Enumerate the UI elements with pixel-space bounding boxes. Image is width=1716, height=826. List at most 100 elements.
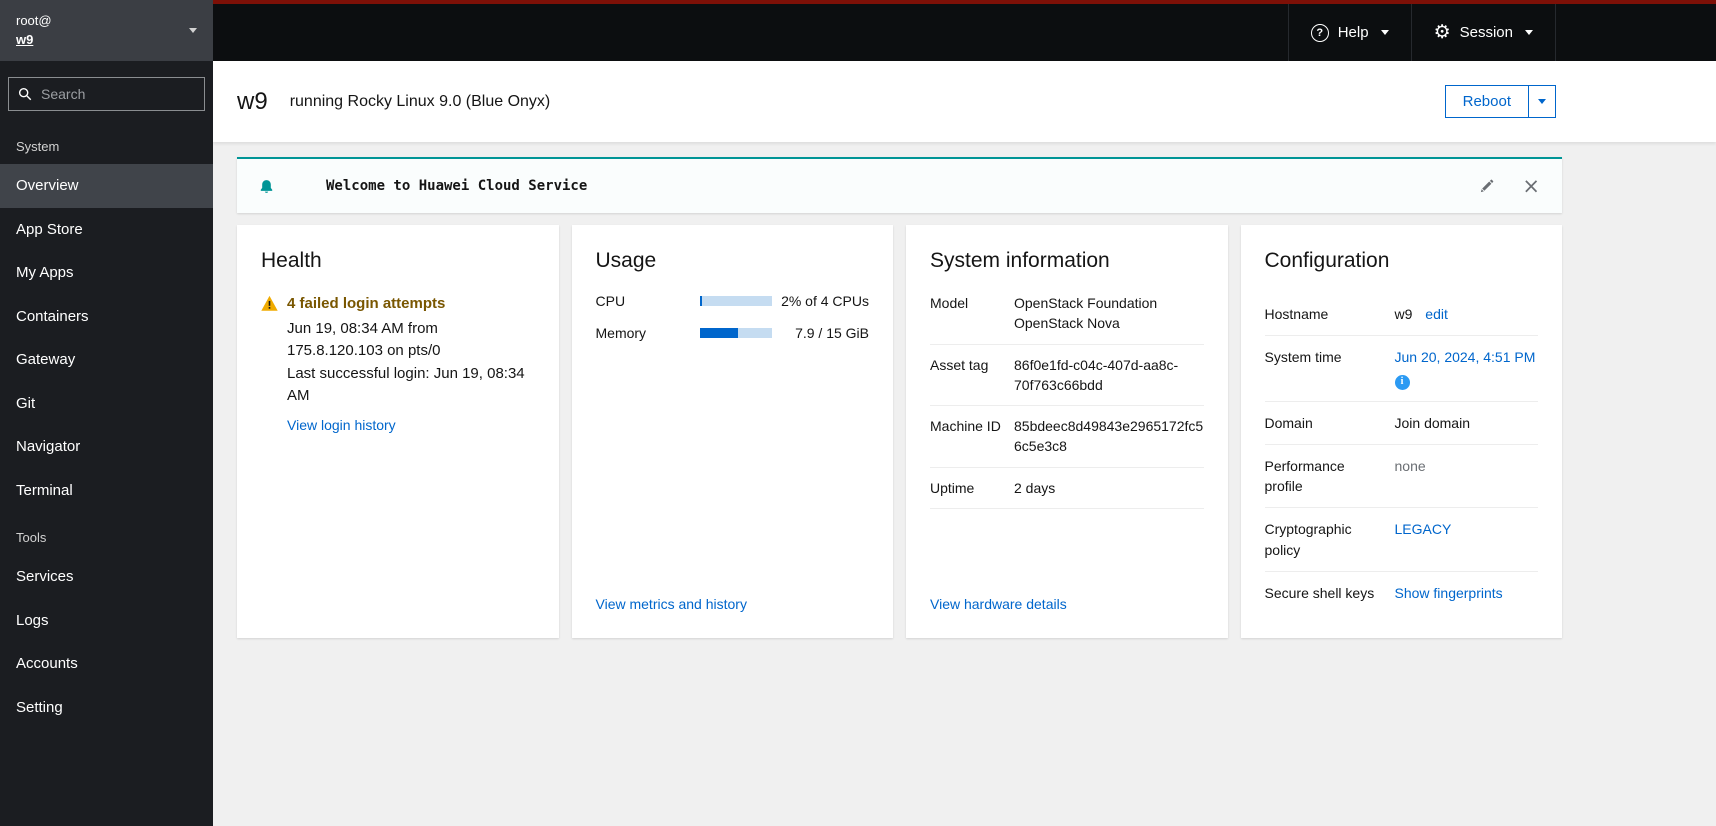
health-card: Health 4 failed login attempts Jun 19, 0… xyxy=(237,225,559,639)
page-header: w9 running Rocky Linux 9.0 (Blue Onyx) R… xyxy=(213,61,1716,142)
model-value: OpenStack Foundation OpenStack Nova xyxy=(1014,295,1158,332)
performance-profile-row: Performance profile none xyxy=(1264,445,1539,509)
cpu-usage-value: 2% of 4 CPUs xyxy=(781,293,869,309)
sidebar-nav: System Overview App Store My Apps Contai… xyxy=(0,121,213,729)
chevron-down-icon xyxy=(1538,99,1546,104)
sidebar-item-app-store[interactable]: App Store xyxy=(0,208,213,252)
sidebar-item-gateway[interactable]: Gateway xyxy=(0,338,213,382)
performance-profile-value[interactable]: none xyxy=(1395,456,1539,497)
info-icon[interactable]: i xyxy=(1394,374,1410,390)
system-time-label: System time xyxy=(1264,349,1342,366)
last-successful-login-line: Last successful login: Jun 19, 08:34 AM xyxy=(287,364,525,405)
usage-card: Usage CPU 2% of 4 CPUs Memory 7.9 / 15 G… xyxy=(571,225,893,639)
gear-icon: ⚙ xyxy=(1433,22,1451,43)
system-information-card: System information Model OpenStack Found… xyxy=(906,225,1228,639)
session-menu-button[interactable]: ⚙ Session xyxy=(1410,4,1556,61)
nav-section-tools: Tools xyxy=(16,530,47,545)
edit-hostname-link[interactable]: edit xyxy=(1425,306,1448,322)
nav-list-tools: Services Logs Accounts Setting xyxy=(0,555,213,729)
configuration-title: Configuration xyxy=(1264,249,1390,272)
help-menu-button[interactable]: ? Help xyxy=(1287,4,1411,61)
system-information-title: System information xyxy=(930,249,1110,272)
failed-login-alert: 4 failed login attempts Jun 19, 08:34 AM… xyxy=(261,293,535,437)
logged-in-user: root@ xyxy=(16,12,52,28)
bell-icon xyxy=(259,179,274,194)
domain-label: Domain xyxy=(1264,414,1313,431)
motd-message: Welcome to Huawei Cloud Service xyxy=(326,178,588,194)
machine-id-row: Machine ID 85bdeec8d49843e2965172fc56c5e… xyxy=(930,406,1204,468)
current-host-link[interactable]: w9 xyxy=(16,31,52,50)
view-login-history-link[interactable]: View login history xyxy=(287,415,396,436)
crypto-policy-cell: LEGACY xyxy=(1395,519,1539,560)
chevron-down-icon xyxy=(1525,30,1533,35)
sidebar-item-accounts[interactable]: Accounts xyxy=(0,642,213,686)
motd-banner: Welcome to Huawei Cloud Service × xyxy=(237,157,1562,213)
crypto-policy-row: Cryptographic policy LEGACY xyxy=(1264,508,1539,573)
health-card-title: Health xyxy=(261,249,322,272)
system-time-row: System time Jun 20, 2024, 4:51 PM i xyxy=(1264,336,1539,402)
view-hardware-details-link[interactable]: View hardware details xyxy=(930,596,1067,612)
cpu-usage-row: CPU 2% of 4 CPUs xyxy=(596,293,870,309)
sidebar-item-services[interactable]: Services xyxy=(0,555,213,599)
sidebar-item-git[interactable]: Git xyxy=(0,382,213,426)
help-icon: ? xyxy=(1310,23,1329,42)
memory-progress-bar xyxy=(699,328,772,338)
cpu-progress-bar xyxy=(699,296,772,306)
asset-tag-row: Asset tag 86f0e1fd-c04c-407d-aa8c-70f763… xyxy=(930,345,1204,407)
edit-motd-button[interactable] xyxy=(1479,179,1494,194)
system-time-cell: Jun 20, 2024, 4:51 PM i xyxy=(1394,347,1539,390)
app-root: root@ w9 System Overview App Store My Ap… xyxy=(0,0,1716,826)
hostname-value: w9 xyxy=(1394,306,1413,322)
system-time-link[interactable]: Jun 20, 2024, 4:51 PM xyxy=(1395,349,1536,365)
crypto-policy-link[interactable]: LEGACY xyxy=(1395,521,1452,537)
page-title-hostname: w9 xyxy=(237,87,268,115)
show-fingerprints-link[interactable]: Show fingerprints xyxy=(1395,585,1503,601)
nav-section-system: System xyxy=(16,139,60,154)
configuration-card: Configuration Hostname w9 edit System ti… xyxy=(1240,225,1562,639)
hostname-row: Hostname w9 edit xyxy=(1264,293,1539,337)
reboot-button[interactable]: Reboot xyxy=(1444,85,1529,118)
nav-list-system: Overview App Store My Apps Containers Ga… xyxy=(0,164,213,512)
search-input[interactable] xyxy=(8,77,205,111)
domain-row: Domain Join domain xyxy=(1264,402,1539,445)
pencil-icon xyxy=(1481,179,1494,192)
host-switcher[interactable]: root@ w9 xyxy=(0,0,213,61)
memory-usage-row: Memory 7.9 / 15 GiB xyxy=(596,325,870,341)
ssh-keys-label: Secure shell keys xyxy=(1264,585,1375,602)
sidebar-item-my-apps[interactable]: My Apps xyxy=(0,251,213,295)
ssh-keys-cell: Show fingerprints xyxy=(1395,583,1539,603)
host-switcher-text: root@ w9 xyxy=(16,12,52,50)
machine-id-label: Machine ID xyxy=(930,418,1001,435)
usage-card-title: Usage xyxy=(595,249,657,272)
close-banner-button[interactable]: × xyxy=(1522,173,1540,198)
overview-content: Welcome to Huawei Cloud Service × Health… xyxy=(213,142,1716,662)
memory-label: Memory xyxy=(595,325,647,341)
page-body: w9 running Rocky Linux 9.0 (Blue Onyx) R… xyxy=(213,61,1716,826)
uptime-label: Uptime xyxy=(930,479,975,496)
hostname-label: Hostname xyxy=(1264,306,1329,322)
model-row: Model OpenStack Foundation OpenStack Nov… xyxy=(930,293,1204,345)
sidebar-item-navigator[interactable]: Navigator xyxy=(0,425,213,469)
sidebar-item-containers[interactable]: Containers xyxy=(0,295,213,339)
failed-login-title: 4 failed login attempts xyxy=(287,295,446,312)
cpu-label: CPU xyxy=(595,293,626,309)
help-menu-label: Help xyxy=(1337,24,1369,41)
model-label: Model xyxy=(930,295,969,311)
masthead: ? Help ⚙ Session xyxy=(213,0,1716,61)
failed-login-details: 4 failed login attempts Jun 19, 08:34 AM… xyxy=(287,293,535,437)
hostname-value-cell: w9 edit xyxy=(1395,304,1539,324)
sidebar-item-setting[interactable]: Setting xyxy=(0,686,213,730)
memory-progress-fill xyxy=(699,328,738,338)
reboot-split-button: Reboot xyxy=(1444,85,1556,118)
sidebar-item-terminal[interactable]: Terminal xyxy=(0,469,213,513)
banner-actions: × xyxy=(1479,173,1540,198)
asset-tag-label: Asset tag xyxy=(930,356,989,373)
reboot-dropdown-toggle[interactable] xyxy=(1529,85,1556,118)
sidebar-item-overview[interactable]: Overview xyxy=(0,164,213,208)
view-metrics-link[interactable]: View metrics and history xyxy=(596,596,747,612)
memory-usage-value: 7.9 / 15 GiB xyxy=(795,325,869,341)
sidebar-item-logs[interactable]: Logs xyxy=(0,599,213,643)
os-description: running Rocky Linux 9.0 (Blue Onyx) xyxy=(289,92,551,110)
join-domain-action[interactable]: Join domain xyxy=(1395,413,1539,433)
close-icon: × xyxy=(1522,173,1540,198)
